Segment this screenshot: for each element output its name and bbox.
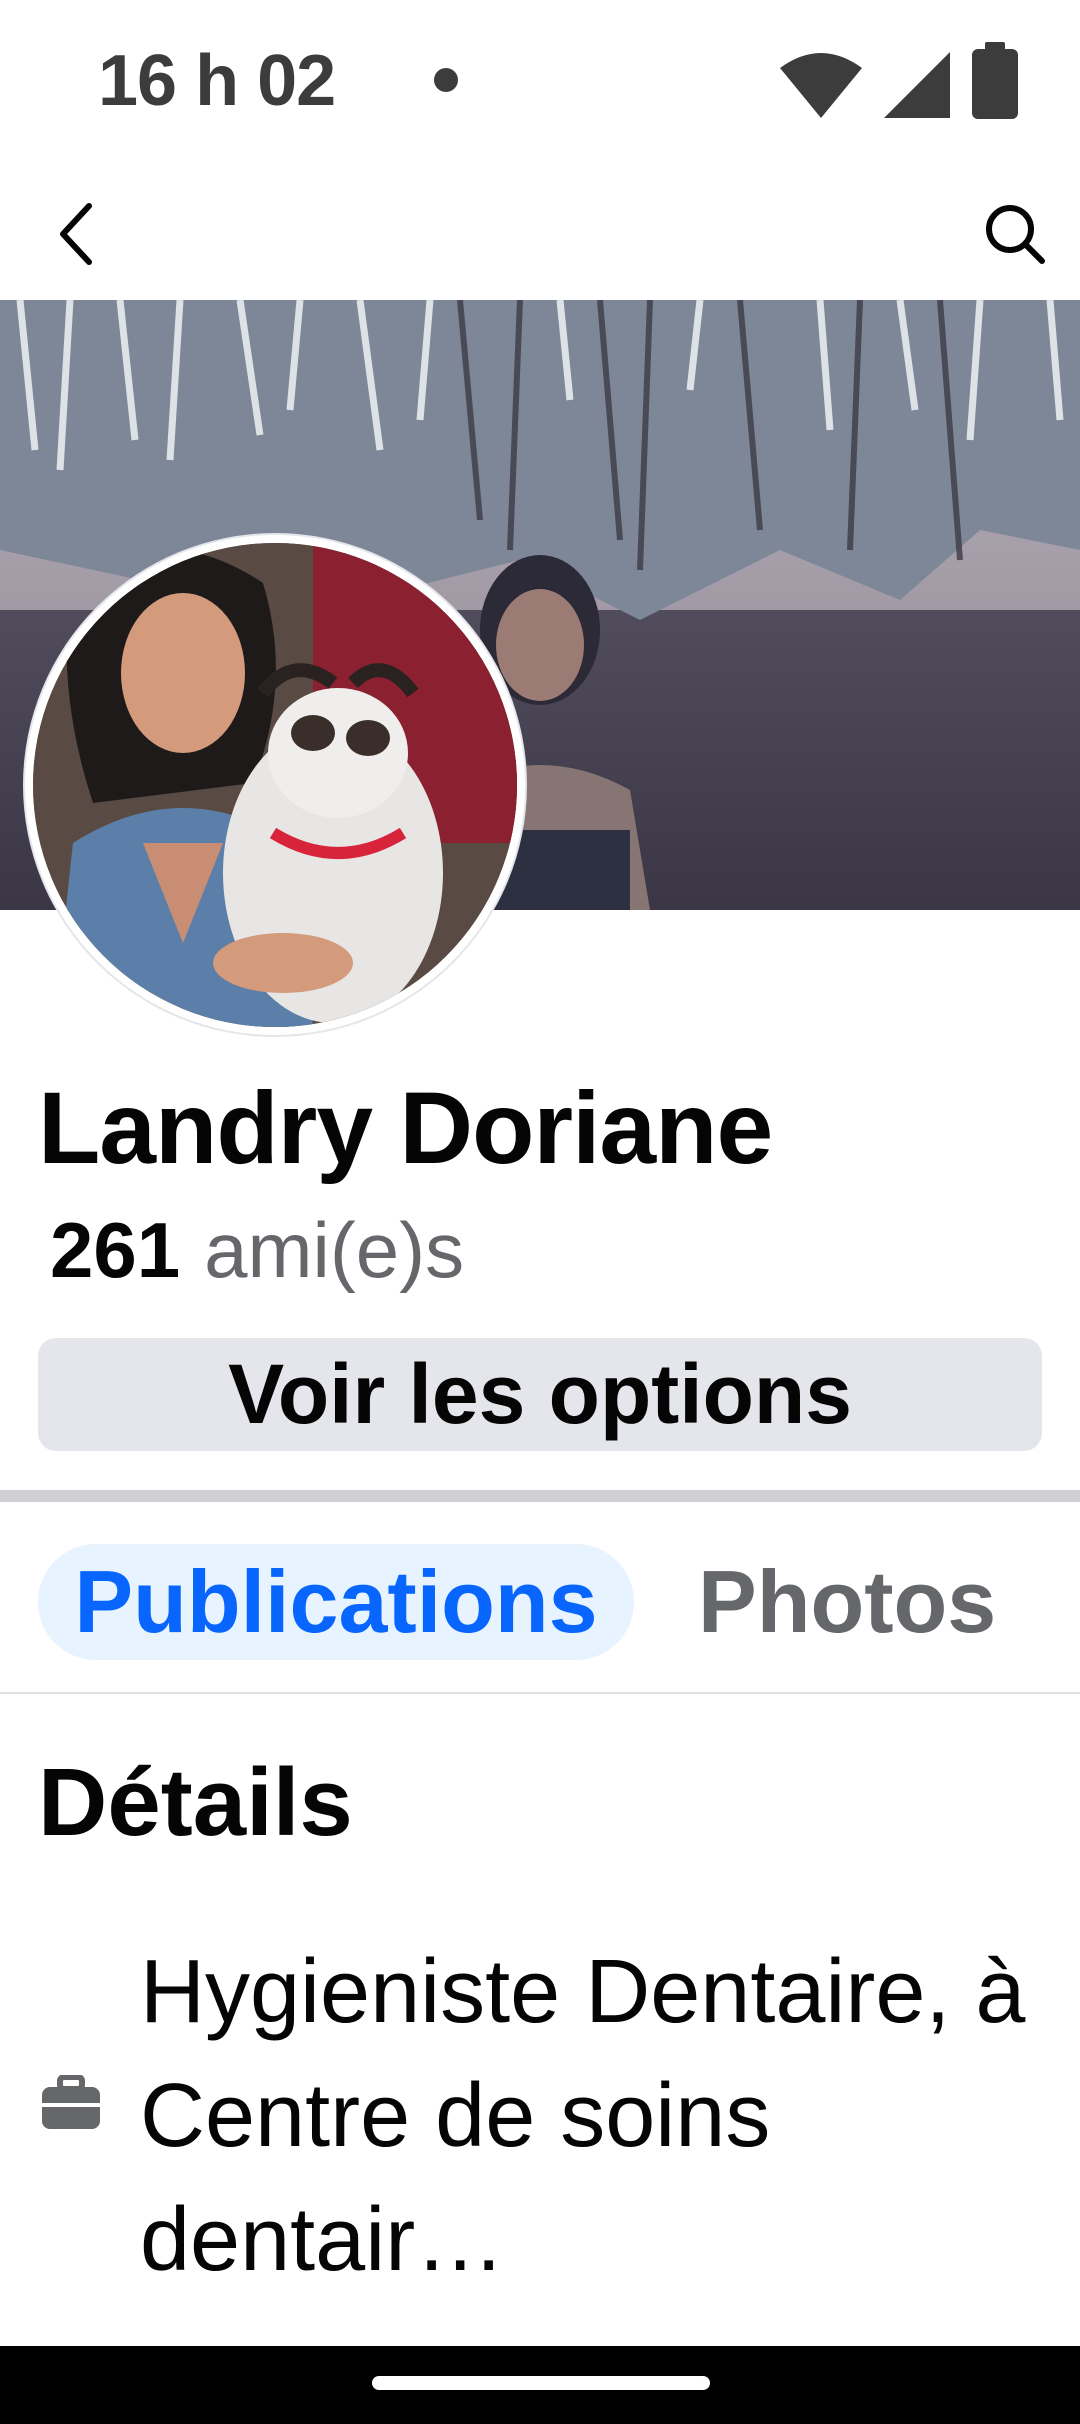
top-nav [0,165,1080,301]
profile-name: Landry Doriane [38,1071,773,1185]
avatar[interactable] [33,543,517,1027]
see-options-button[interactable]: Voir les options [38,1338,1042,1451]
avatar-image [33,543,517,1027]
cellular-signal-icon [884,52,950,118]
section-divider [0,1490,1080,1502]
detail-work-text: Hygieniste Dentaire, à Centre de soins d… [140,1942,1026,2290]
status-time: 16 h 02 [98,41,336,121]
home-gesture-handle[interactable] [372,2376,710,2390]
search-button[interactable] [980,199,1050,269]
friends-count-number: 261 [50,1206,181,1294]
system-nav-bar [0,2346,1080,2424]
notification-dot-icon [434,68,458,92]
search-icon [986,205,1045,264]
details-heading: Détails [38,1749,353,1856]
back-arrow-icon [60,203,92,265]
status-icons [778,42,1020,120]
back-button[interactable] [40,199,110,269]
detail-work-row[interactable]: Hygieniste Dentaire, à Centre de soins d… [0,1920,1080,2290]
wifi-icon [780,53,862,118]
briefcase-icon [42,2075,100,2129]
friends-count-label: ami(e)s [204,1206,465,1294]
tab-publications[interactable]: Publications [38,1544,634,1660]
status-bar: 16 h 02 [0,0,1080,165]
friends-count[interactable]: 261 ami(e)s [50,1205,464,1296]
profile-tabs: Publications Photos [0,1502,1080,1694]
battery-icon [972,42,1018,119]
tab-photos[interactable]: Photos [698,1544,996,1660]
